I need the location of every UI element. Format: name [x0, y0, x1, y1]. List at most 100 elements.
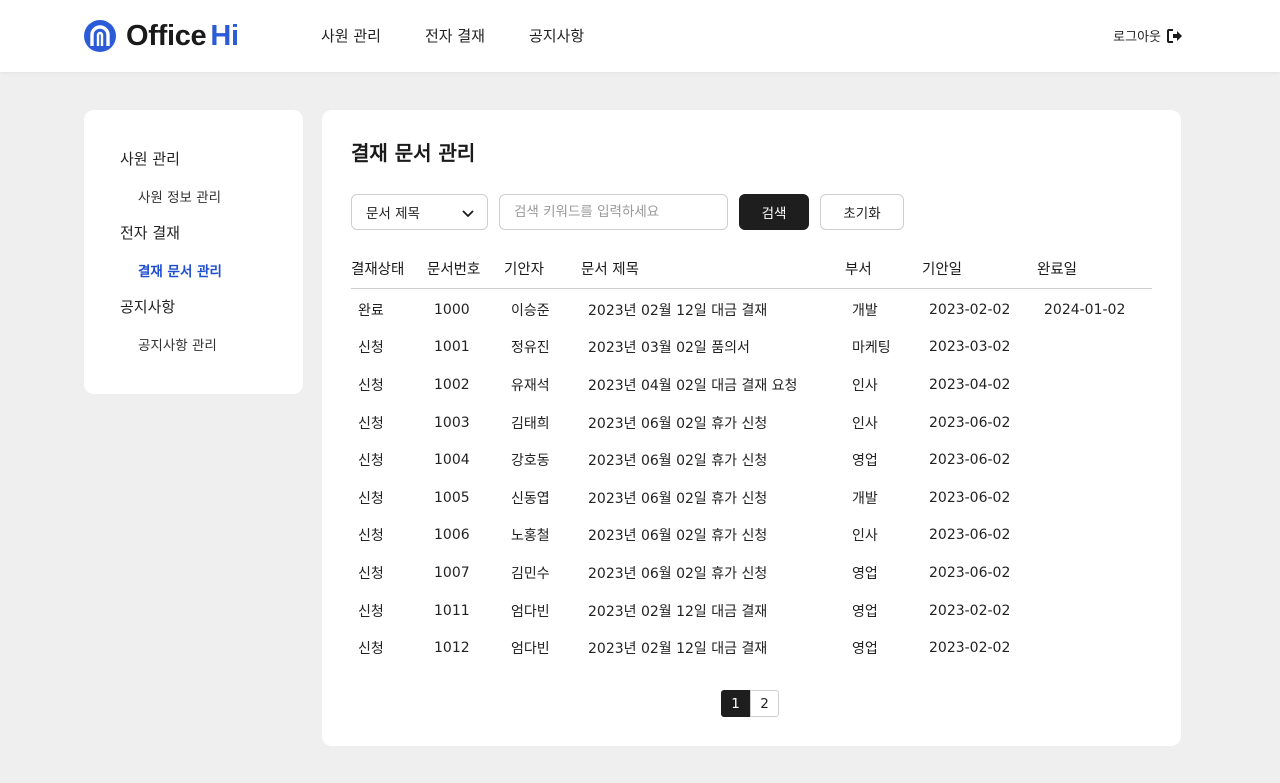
cell-title: 2023년 06월 02일 휴가 신청	[588, 415, 768, 432]
table-row[interactable]: 신청 1002 유재석 2023년 04월 02일 대금 결재 요청 인사 20…	[351, 366, 1152, 404]
page-button-2[interactable]: 2	[750, 690, 779, 717]
cell-status: 신청	[358, 565, 384, 582]
table-row[interactable]: 신청 1007 김민수 2023년 06월 02일 휴가 신청 영업 2023-…	[351, 554, 1152, 592]
cell-doc-number: 1006	[434, 527, 470, 544]
top-header: Office Hi 사원 관리 전자 결재 공지사항 로그아웃	[0, 0, 1280, 72]
top-nav: 사원 관리 전자 결재 공지사항	[321, 25, 584, 46]
cell-status: 신청	[358, 415, 384, 432]
cell-status: 신청	[358, 340, 384, 357]
sidebar: 사원 관리 사원 정보 관리 전자 결재 결재 문서 관리 공지사항 공지사항 …	[84, 110, 303, 394]
table-row[interactable]: 신청 1004 강호동 2023년 06월 02일 휴가 신청 영업 2023-…	[351, 441, 1152, 479]
search-input[interactable]	[499, 194, 728, 230]
sign-out-icon	[1167, 28, 1182, 43]
main-panel: 결재 문서 관리 문서 제목 검색 초기화 결재상태 문서번호 기안자 문서 제…	[322, 110, 1181, 746]
cell-doc-number: 1007	[434, 564, 470, 581]
sidebar-item-notice-management[interactable]: 공지사항 관리	[138, 334, 303, 354]
cell-title: 2023년 06월 02일 휴가 신청	[588, 490, 768, 507]
search-filter-value: 문서 제목	[366, 206, 420, 222]
cell-draft-date: 2023-06-02	[929, 489, 1011, 506]
cell-drafter: 김태희	[511, 415, 550, 432]
cell-drafter: 엄다빈	[511, 641, 550, 658]
cell-department: 인사	[852, 415, 878, 432]
cell-doc-number: 1005	[434, 489, 470, 506]
cell-doc-number: 1002	[434, 376, 470, 393]
reset-button[interactable]: 초기화	[820, 194, 904, 230]
cell-doc-number: 1001	[434, 339, 470, 356]
cell-doc-number: 1004	[434, 452, 470, 469]
cell-draft-date: 2023-06-02	[929, 452, 1011, 469]
search-filter-select[interactable]: 문서 제목	[351, 194, 488, 230]
cell-draft-date: 2023-04-02	[929, 376, 1011, 393]
cell-drafter: 유재석	[511, 377, 550, 394]
cell-doc-number: 1012	[434, 640, 470, 657]
cell-department: 인사	[852, 377, 878, 394]
cell-draft-date: 2023-02-02	[929, 640, 1011, 657]
page-button-1[interactable]: 1	[721, 690, 750, 717]
table-row[interactable]: 신청 1005 신동엽 2023년 06월 02일 휴가 신청 개발 2023-…	[351, 479, 1152, 517]
table-row[interactable]: 신청 1011 엄다빈 2023년 02월 12일 대금 결재 영업 2023-…	[351, 592, 1152, 630]
cell-drafter: 노홍철	[511, 528, 550, 545]
cell-draft-date: 2023-02-02	[929, 301, 1011, 318]
cell-title: 2023년 06월 02일 휴가 신청	[588, 528, 768, 545]
table-body: 완료 1000 이승준 2023년 02월 12일 대금 결재 개발 2023-…	[351, 291, 1152, 667]
cell-status: 신청	[358, 641, 384, 658]
approval-documents-table: 결재상태 문서번호 기안자 문서 제목 부서 기안일 완료일 완료 1000 이…	[351, 258, 1152, 667]
cell-title: 2023년 06월 02일 휴가 신청	[588, 453, 768, 470]
table-row[interactable]: 신청 1001 정유진 2023년 03월 02일 품의서 마케팅 2023-0…	[351, 329, 1152, 367]
cell-drafter: 신동엽	[511, 490, 550, 507]
cell-doc-number: 1011	[434, 602, 470, 619]
table-row[interactable]: 신청 1006 노홍철 2023년 06월 02일 휴가 신청 인사 2023-…	[351, 517, 1152, 555]
sidebar-group-approval[interactable]: 전자 결재	[120, 222, 303, 242]
sidebar-item-employee-info[interactable]: 사원 정보 관리	[138, 186, 303, 206]
nav-notice[interactable]: 공지사항	[529, 25, 584, 46]
sidebar-group-employee[interactable]: 사원 관리	[120, 148, 303, 168]
table-header: 결재상태 문서번호 기안자 문서 제목 부서 기안일 완료일	[351, 258, 1152, 289]
cell-draft-date: 2023-06-02	[929, 414, 1011, 431]
cell-status: 신청	[358, 603, 384, 620]
logo[interactable]: Office Hi	[83, 19, 239, 53]
cell-department: 인사	[852, 528, 878, 545]
cell-status: 신청	[358, 528, 384, 545]
logout-button[interactable]: 로그아웃	[1113, 26, 1183, 45]
cell-draft-date: 2023-06-02	[929, 527, 1011, 544]
nav-electronic-approval[interactable]: 전자 결재	[425, 25, 485, 46]
cell-drafter: 엄다빈	[511, 603, 550, 620]
cell-department: 개발	[852, 490, 878, 507]
table-row[interactable]: 신청 1012 엄다빈 2023년 02월 12일 대금 결재 영업 2023-…	[351, 629, 1152, 667]
page-title: 결재 문서 관리	[351, 141, 476, 165]
logo-mark-icon	[84, 20, 116, 52]
nav-employee-management[interactable]: 사원 관리	[321, 25, 381, 46]
cell-title: 2023년 02월 12일 대금 결재	[588, 302, 768, 319]
cell-title: 2023년 02월 12일 대금 결재	[588, 603, 768, 620]
cell-complete-date: 2024-01-02	[1044, 301, 1126, 318]
cell-status: 신청	[358, 453, 384, 470]
column-header-status: 결재상태	[351, 262, 405, 278]
sidebar-group-notice[interactable]: 공지사항	[120, 296, 303, 316]
cell-department: 영업	[852, 453, 878, 470]
cell-draft-date: 2023-02-02	[929, 602, 1011, 619]
cell-drafter: 이승준	[511, 302, 550, 319]
column-header-doc-number: 문서번호	[427, 262, 481, 278]
logout-label: 로그아웃	[1113, 30, 1161, 45]
cell-doc-number: 1000	[434, 301, 470, 318]
cell-title: 2023년 02월 12일 대금 결재	[588, 641, 768, 658]
table-row[interactable]: 신청 1003 김태희 2023년 06월 02일 휴가 신청 인사 2023-…	[351, 404, 1152, 442]
cell-title: 2023년 04월 02일 대금 결재 요청	[588, 377, 798, 394]
cell-department: 영업	[852, 565, 878, 582]
cell-doc-number: 1003	[434, 414, 470, 431]
chevron-down-icon	[462, 210, 474, 218]
cell-status: 신청	[358, 377, 384, 394]
column-header-department: 부서	[845, 262, 872, 278]
logo-accent-text: Hi	[210, 19, 239, 52]
cell-draft-date: 2023-03-02	[929, 339, 1011, 356]
sidebar-item-approval-documents[interactable]: 결재 문서 관리	[138, 260, 303, 280]
cell-status: 신청	[358, 490, 384, 507]
search-button[interactable]: 검색	[739, 194, 809, 230]
table-row[interactable]: 완료 1000 이승준 2023년 02월 12일 대금 결재 개발 2023-…	[351, 291, 1152, 329]
cell-title: 2023년 06월 02일 휴가 신청	[588, 565, 768, 582]
cell-status: 완료	[358, 302, 384, 319]
column-header-drafter: 기안자	[504, 262, 545, 278]
cell-title: 2023년 03월 02일 품의서	[588, 340, 750, 357]
pagination: 1 2	[721, 690, 779, 717]
cell-draft-date: 2023-06-02	[929, 564, 1011, 581]
